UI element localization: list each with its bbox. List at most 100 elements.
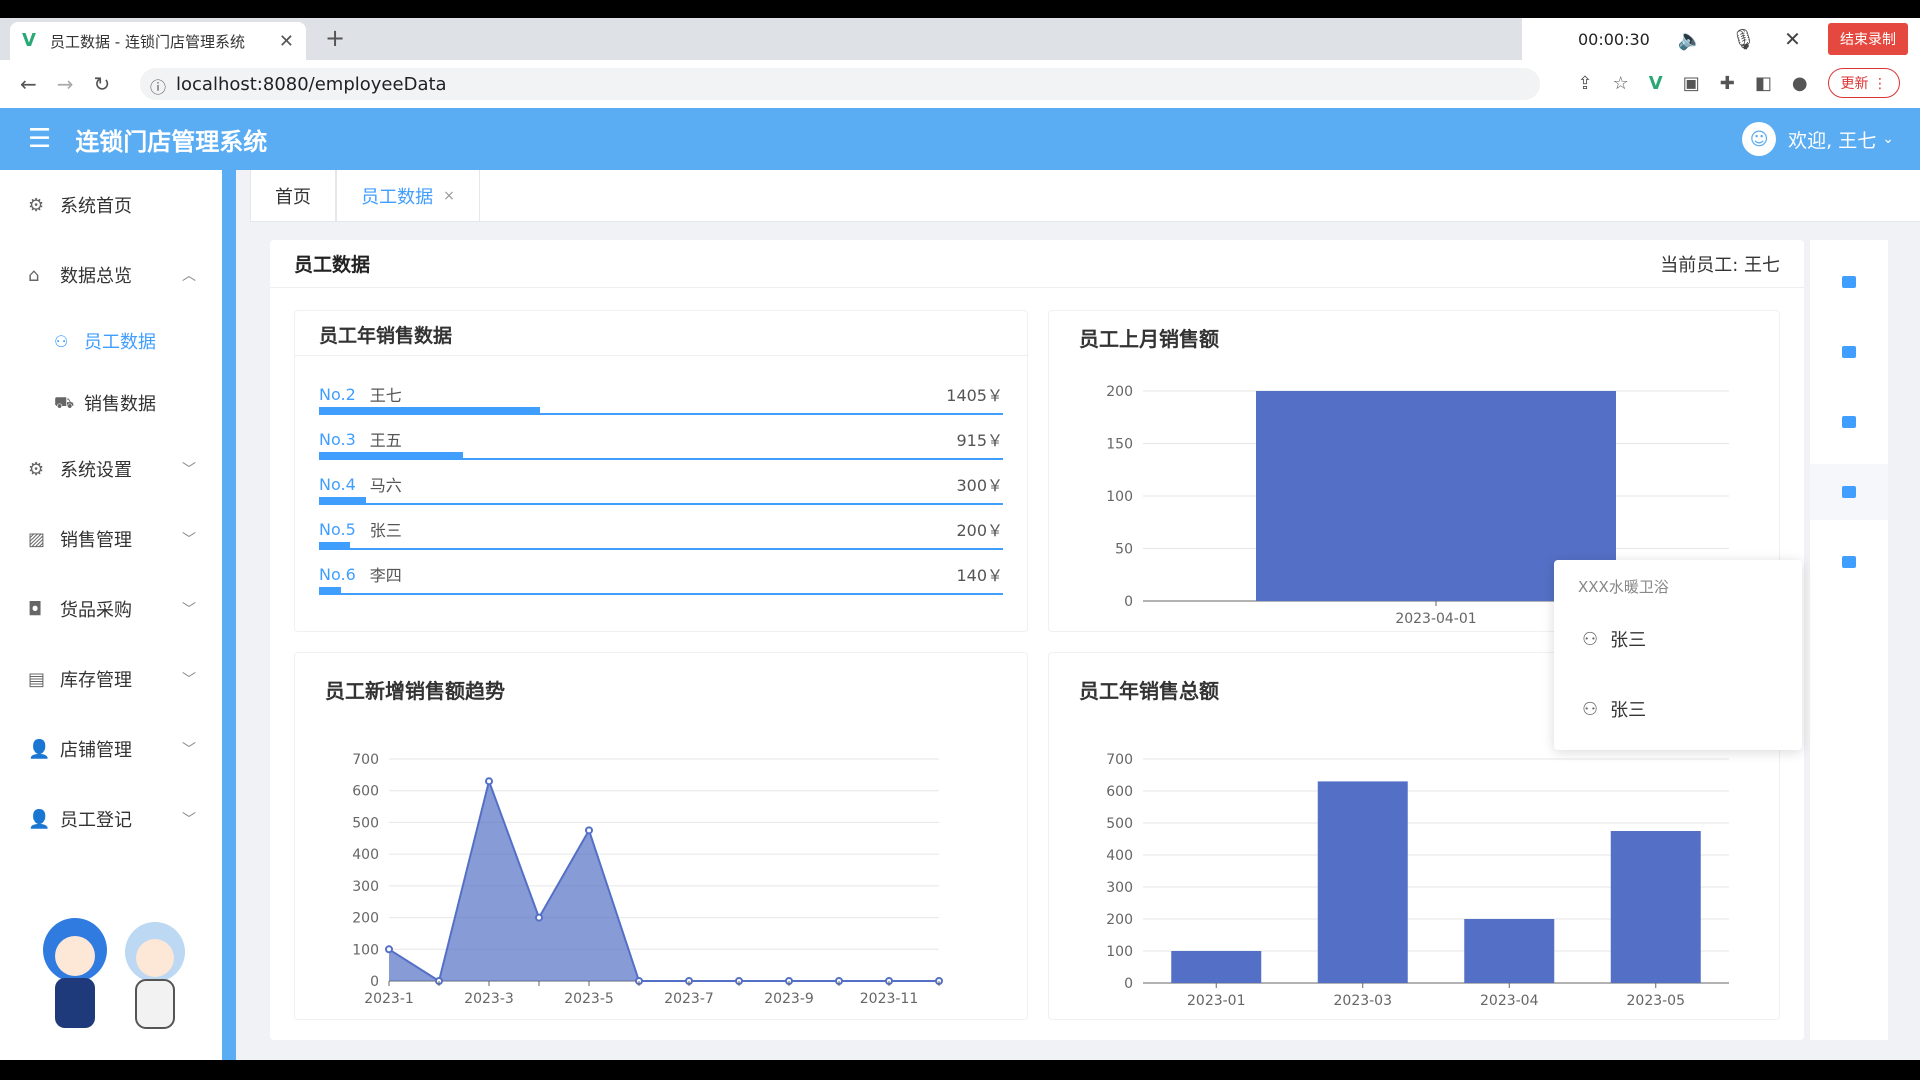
x-tick-label: 2023-5 bbox=[564, 991, 614, 1007]
sidebar-item-sales-management[interactable]: ▨ 销售管理 ﹀ bbox=[0, 504, 222, 574]
close-icon[interactable]: ✕ bbox=[1784, 27, 1801, 51]
ranking-value: 300￥ bbox=[956, 476, 1003, 495]
sidebar-item-label: 系统首页 bbox=[60, 196, 132, 217]
ranking-bar-track bbox=[319, 407, 1003, 415]
sidebar-item-store-management[interactable]: 👤 店铺管理 ﹀ bbox=[0, 714, 222, 784]
welcome-text: 欢迎, 王七 bbox=[1788, 129, 1877, 152]
float-item-2[interactable] bbox=[1810, 324, 1888, 380]
url-text: localhost:8080/employeeData bbox=[176, 73, 447, 95]
close-icon[interactable]: × bbox=[443, 188, 455, 204]
info-icon[interactable]: ⓘ bbox=[150, 74, 166, 98]
x-tick-label: 2023-04 bbox=[1480, 993, 1539, 1009]
sidebar-item-data-overview[interactable]: ⌂ 数据总览 ︿ bbox=[0, 240, 222, 310]
hamburger-menu-icon[interactable]: ☰ bbox=[28, 124, 51, 154]
sidebar-item-sales-data[interactable]: ⛟ 销售数据 bbox=[0, 372, 222, 434]
profile-icon[interactable]: ● bbox=[1792, 73, 1808, 94]
tab-employee-data[interactable]: 员工数据 × bbox=[336, 170, 480, 222]
popup-row-label: 张三 bbox=[1610, 630, 1647, 651]
popup-row[interactable]: ⚇ 张三 bbox=[1582, 696, 1646, 722]
trend-card: 员工新增销售额趋势 0 100 200 300 400 500 600 700 2023-1 20… bbox=[294, 652, 1028, 1020]
user-menu[interactable]: ☺ 欢迎, 王七 ⌄ bbox=[1742, 122, 1894, 156]
tab-home[interactable]: 首页 bbox=[250, 170, 336, 222]
user-icon: ⚇ bbox=[54, 331, 69, 351]
stop-recording-button[interactable]: 结束录制 bbox=[1828, 23, 1908, 55]
popup-row[interactable]: ⚇ 张三 bbox=[1582, 626, 1646, 652]
y-tick-label: 400 bbox=[1106, 848, 1133, 864]
sidebar-item-home[interactable]: ⚙ 系统首页 bbox=[0, 170, 222, 240]
sidebar: ⚙ 系统首页 ⌂ 数据总览 ︿ ⚇ 员工数据 ⛟ 销售数据 ⚙ 系统设置 ﹀ ▨… bbox=[0, 170, 236, 1060]
user-icon: ⚇ bbox=[1582, 628, 1599, 650]
mascot-illustration bbox=[43, 918, 185, 1029]
monitor-icon bbox=[1842, 276, 1856, 288]
sidebar-item-label: 货品采购 bbox=[60, 600, 132, 621]
monitor-icon bbox=[1842, 346, 1856, 358]
y-tick-label: 100 bbox=[352, 942, 379, 958]
bar bbox=[1171, 951, 1262, 983]
ranking-bar-fill bbox=[319, 542, 351, 548]
y-tick-label: 500 bbox=[352, 815, 379, 831]
y-tick-label: 700 bbox=[352, 752, 379, 768]
bottom-bezel bbox=[0, 1060, 1920, 1080]
float-item-1[interactable] bbox=[1810, 254, 1888, 310]
sidebar-item-label: 系统设置 bbox=[60, 460, 132, 481]
puzzle-icon[interactable]: ✚ bbox=[1720, 73, 1735, 94]
ranking-row: No.2 王七 1405￥ bbox=[319, 383, 1003, 415]
update-button[interactable]: 更新 ⋮ bbox=[1827, 68, 1900, 98]
vue-logo-icon: V bbox=[22, 30, 36, 51]
browser-tab[interactable]: V 员工数据 - 连锁门店管理系统 ✕ bbox=[10, 22, 306, 60]
user-icon: 👤 bbox=[28, 738, 51, 760]
sidebar-item-label: 销售管理 bbox=[60, 530, 132, 551]
vue-devtools-icon[interactable]: V bbox=[1649, 73, 1663, 94]
close-tab-icon[interactable]: ✕ bbox=[279, 31, 294, 52]
reload-icon[interactable]: ↻ bbox=[94, 72, 111, 96]
ranking-name: 李四 bbox=[369, 566, 402, 585]
tab-label: 首页 bbox=[275, 187, 311, 208]
data-point bbox=[535, 913, 543, 922]
sidebar-item-employee-data[interactable]: ⚇ 员工数据 bbox=[0, 310, 222, 372]
address-bar-row: ← → ↻ ⓘ localhost:8080/employeeData ⇪ ☆ … bbox=[0, 60, 1920, 108]
ranking-row: No.3 王五 915￥ bbox=[319, 428, 1003, 460]
ranking-value: 915￥ bbox=[956, 431, 1003, 450]
home-icon: ⌂ bbox=[28, 264, 40, 286]
ranking-bar-fill bbox=[319, 497, 367, 503]
y-tick-label: 100 bbox=[1106, 489, 1133, 505]
forward-icon[interactable]: → bbox=[57, 72, 74, 96]
trend-area-chart: 0 100 200 300 400 500 600 700 2023-1 2023-3 2023-5… bbox=[352, 752, 943, 1007]
share-icon[interactable]: ⇪ bbox=[1578, 73, 1593, 94]
x-tick-label: 2023-1 bbox=[364, 991, 414, 1007]
extension-icon[interactable]: ▣ bbox=[1683, 73, 1700, 94]
y-tick-label: 100 bbox=[1106, 944, 1133, 960]
speaker-icon[interactable]: 🔈 bbox=[1678, 27, 1703, 51]
ranking-no: No.4 bbox=[319, 474, 356, 494]
sidebar-item-employee-register[interactable]: 👤 员工登记 ﹀ bbox=[0, 784, 222, 854]
url-input[interactable]: ⓘ localhost:8080/employeeData bbox=[140, 68, 1540, 100]
ranking-value: 1405￥ bbox=[946, 386, 1003, 405]
ranking-bar-track bbox=[319, 452, 1003, 460]
x-tick-label: 2023-04-01 bbox=[1395, 611, 1476, 627]
x-tick-label: 2023-11 bbox=[860, 991, 919, 1007]
float-item-3[interactable] bbox=[1810, 394, 1888, 450]
bar bbox=[1610, 831, 1701, 983]
float-item-5[interactable] bbox=[1810, 534, 1888, 590]
ranking-bar-fill bbox=[319, 587, 341, 593]
x-tick-label: 2023-05 bbox=[1627, 993, 1686, 1009]
sidebar-item-label: 库存管理 bbox=[60, 670, 132, 691]
chevron-down-icon: ﹀ bbox=[182, 462, 196, 478]
y-tick-label: 700 bbox=[1106, 752, 1133, 768]
sidebar-item-system-settings[interactable]: ⚙ 系统设置 ﹀ bbox=[0, 434, 222, 504]
sidepanel-icon[interactable]: ◧ bbox=[1755, 73, 1772, 94]
bookmark-star-icon[interactable]: ☆ bbox=[1613, 73, 1629, 94]
sidebar-item-inventory[interactable]: ▤ 库存管理 ﹀ bbox=[0, 644, 222, 714]
back-icon[interactable]: ← bbox=[20, 72, 37, 96]
recording-time: 00:00:30 bbox=[1578, 29, 1650, 49]
float-item-4[interactable] bbox=[1810, 464, 1888, 520]
avatar: ☺ bbox=[1742, 122, 1777, 156]
sidebar-item-purchasing[interactable]: ◘ 货品采购 ﹀ bbox=[0, 574, 222, 644]
new-tab-icon[interactable]: + bbox=[325, 24, 345, 52]
ranking-bar-fill bbox=[319, 452, 463, 458]
ranking-card: 员工年销售数据 No.2 王七 1405￥ No.3 王五 915￥ No.4 马六 300￥ N… bbox=[294, 310, 1029, 632]
y-tick-label: 50 bbox=[1115, 542, 1133, 558]
chevron-up-icon: ︿ bbox=[182, 268, 196, 284]
chevron-down-icon: ﹀ bbox=[182, 532, 196, 548]
microphone-icon[interactable]: 🎙 bbox=[1731, 27, 1756, 51]
